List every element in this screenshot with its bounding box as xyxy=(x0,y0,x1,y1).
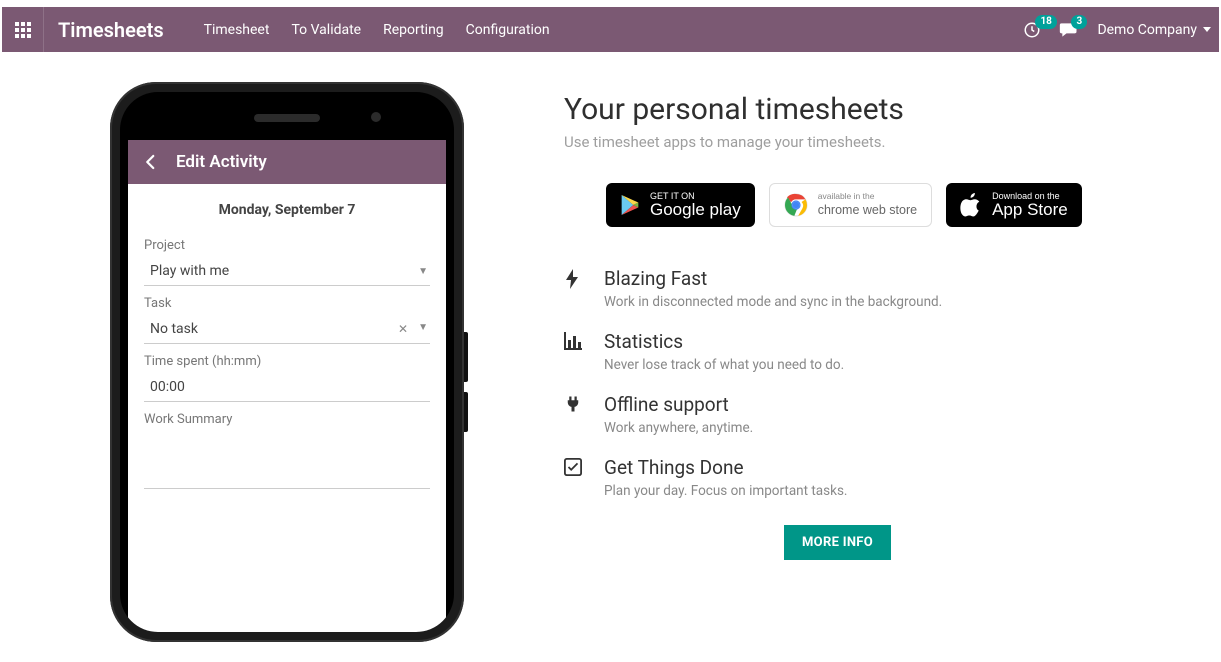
nav-link-configuration[interactable]: Configuration xyxy=(466,22,550,38)
screen-header: Edit Activity xyxy=(128,140,446,184)
promo-panel: Your personal timesheets Use timesheet a… xyxy=(564,82,1181,642)
phone-mockup: Edit Activity Monday, September 7 Projec… xyxy=(110,82,464,642)
feature-title: Offline support xyxy=(604,393,753,416)
task-value: No task xyxy=(150,321,198,337)
screen-date: Monday, September 7 xyxy=(144,194,430,232)
chrome-small: available in the xyxy=(818,191,917,201)
feature-desc: Never lose track of what you need to do. xyxy=(604,357,844,373)
bar-chart-icon xyxy=(564,332,582,350)
chrome-big: chrome web store xyxy=(818,201,917,219)
phone-speaker xyxy=(254,114,320,122)
app-store-badge[interactable]: Download on the App Store xyxy=(946,183,1082,227)
feature-desc: Work in disconnected mode and sync in th… xyxy=(604,294,942,310)
apple-icon xyxy=(960,193,982,217)
task-label: Task xyxy=(144,296,430,311)
main-navbar: Timesheets Timesheet To Validate Reporti… xyxy=(2,7,1219,52)
project-label: Project xyxy=(144,238,430,253)
bolt-icon xyxy=(564,269,580,289)
activities-badge: 18 xyxy=(1035,15,1056,29)
feature-offline: Offline support Work anywhere, anytime. xyxy=(564,393,1181,436)
chrome-store-badge[interactable]: available in the chrome web store xyxy=(769,183,932,227)
feature-title: Blazing Fast xyxy=(604,267,942,290)
google-big: Google play xyxy=(650,201,741,219)
promo-subtitle: Use timesheet apps to manage your timesh… xyxy=(564,133,1181,151)
feature-title: Get Things Done xyxy=(604,456,847,479)
plug-icon xyxy=(564,395,582,413)
dropdown-icon: ▼ xyxy=(418,322,428,336)
chevron-down-icon xyxy=(1203,27,1211,32)
check-square-icon xyxy=(564,458,582,476)
apps-grid-icon xyxy=(15,22,31,38)
chrome-icon xyxy=(784,193,808,217)
feature-gtd: Get Things Done Plan your day. Focus on … xyxy=(564,456,1181,499)
activities-button[interactable]: 18 xyxy=(1023,21,1041,39)
nav-link-timesheet[interactable]: Timesheet xyxy=(204,22,270,38)
feature-desc: Work anywhere, anytime. xyxy=(604,420,753,436)
phone-camera-icon xyxy=(371,112,381,122)
back-arrow-icon[interactable] xyxy=(142,153,160,171)
apps-menu-button[interactable] xyxy=(2,7,44,52)
feature-title: Statistics xyxy=(604,330,844,353)
nav-link-to-validate[interactable]: To Validate xyxy=(291,22,361,38)
apple-big: App Store xyxy=(992,201,1068,219)
app-brand[interactable]: Timesheets xyxy=(44,18,204,42)
promo-title: Your personal timesheets xyxy=(564,92,1181,127)
company-name: Demo Company xyxy=(1097,22,1197,38)
more-info-button[interactable]: MORE INFO xyxy=(784,525,891,560)
messages-button[interactable]: 3 xyxy=(1059,21,1079,39)
time-spent-label: Time spent (hh:mm) xyxy=(144,354,430,369)
project-value: Play with me xyxy=(150,263,229,279)
feature-desc: Plan your day. Focus on important tasks. xyxy=(604,483,847,499)
google-play-badge[interactable]: GET IT ON Google play xyxy=(606,183,755,227)
work-summary-input[interactable] xyxy=(144,449,430,489)
messages-badge: 3 xyxy=(1071,15,1087,29)
nav-right: 18 3 Demo Company xyxy=(1023,21,1211,39)
project-select[interactable]: Play with me ▼ xyxy=(144,259,430,286)
company-switcher[interactable]: Demo Company xyxy=(1097,22,1211,38)
screen-title: Edit Activity xyxy=(176,152,267,172)
nav-links: Timesheet To Validate Reporting Configur… xyxy=(204,22,550,38)
feature-statistics: Statistics Never lose track of what you … xyxy=(564,330,1181,373)
time-spent-input[interactable]: 00:00 xyxy=(144,375,430,402)
dropdown-icon: ▼ xyxy=(418,266,428,277)
nav-link-reporting[interactable]: Reporting xyxy=(383,22,444,38)
work-summary-label: Work Summary xyxy=(144,412,430,427)
time-spent-value: 00:00 xyxy=(150,379,185,395)
clear-icon[interactable]: ✕ xyxy=(398,322,408,336)
task-select[interactable]: No task ✕ ▼ xyxy=(144,317,430,344)
feature-blazing-fast: Blazing Fast Work in disconnected mode a… xyxy=(564,267,1181,310)
google-play-icon xyxy=(620,194,640,216)
phone-screen: Edit Activity Monday, September 7 Projec… xyxy=(128,140,446,632)
store-badges: GET IT ON Google play available in the c… xyxy=(606,183,1181,227)
